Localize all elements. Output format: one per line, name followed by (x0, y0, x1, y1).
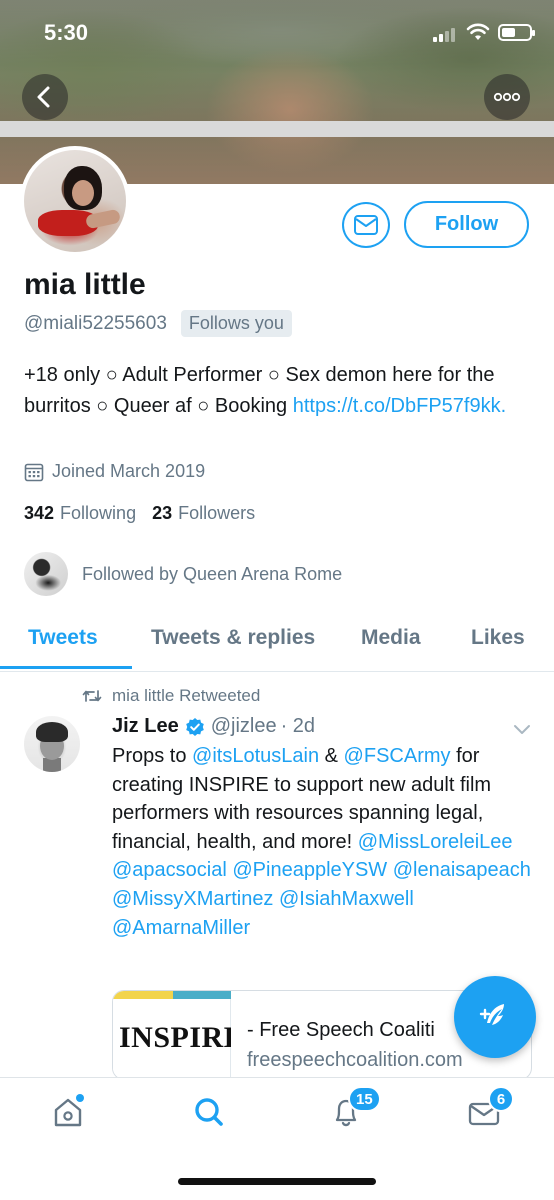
chevron-left-icon (37, 86, 50, 108)
follow-counts: 342 Following 23 Followers (24, 503, 271, 524)
active-tab-indicator (0, 666, 132, 669)
profile-name: mia little (24, 268, 146, 301)
envelope-icon (354, 215, 378, 235)
card-thumbnail: INSPIRE (113, 991, 231, 1079)
nav-messages[interactable]: 6 (466, 1086, 514, 1130)
back-button[interactable] (22, 74, 68, 120)
followers-count: 23 (152, 503, 173, 523)
following-count: 342 (24, 503, 55, 523)
nav-notifications[interactable]: 15 (328, 1086, 381, 1130)
profile-tabs: Tweets Tweets & replies Media Likes (0, 610, 554, 672)
home-icon (54, 1098, 82, 1127)
battery-icon (498, 24, 535, 41)
tweet-text: Props to @itsLotusLain & @FSCArmy for cr… (112, 742, 532, 942)
messages-badge: 6 (488, 1086, 514, 1112)
card-thumbnail-text: INSPIRE (119, 1021, 231, 1054)
compose-tweet-button[interactable] (454, 976, 536, 1058)
bio-link[interactable]: https://t.co/DbFP57f9kk. (293, 395, 506, 417)
tweet-text-part: & (319, 745, 344, 767)
profile-bio: +18 only ○ Adult Performer ○ Sex demon h… (24, 360, 536, 421)
followers-count-link[interactable]: 23 Followers (152, 503, 255, 524)
handle-row: @miali52255603 Follows you (24, 310, 292, 337)
banner-stripe (0, 121, 554, 137)
calendar-icon (24, 463, 44, 481)
profile-avatar[interactable] (20, 146, 130, 256)
card-domain: freespeechcoalition.com (247, 1049, 463, 1071)
notifications-badge: 15 (348, 1086, 381, 1112)
avatar-image (24, 150, 126, 252)
new-content-dot (76, 1094, 84, 1102)
follower-avatar (24, 552, 68, 596)
profile-handle: @miali52255603 (24, 312, 167, 334)
compose-feather-icon (479, 1004, 504, 1025)
more-options-button[interactable] (484, 74, 530, 120)
mention-link[interactable]: @FSCArmy (344, 745, 451, 767)
joined-date: Joined March 2019 (52, 461, 206, 481)
tweet-header: Jiz Lee @jizlee · 2d (112, 715, 315, 738)
home-indicator[interactable] (178, 1178, 376, 1185)
more-horizontal-icon (493, 92, 521, 102)
retweet-icon (82, 690, 102, 702)
tweet-author-name[interactable]: Jiz Lee (112, 715, 179, 738)
verified-badge-icon (185, 717, 204, 736)
nav-home[interactable] (50, 1094, 90, 1130)
mention-link[interactable]: @itsLotusLain (192, 745, 319, 767)
followed-by-row[interactable]: Followed by Queen Arena Rome (24, 552, 342, 596)
followed-by-text: Followed by Queen Arena Rome (82, 563, 343, 584)
nav-search[interactable] (190, 1094, 230, 1130)
status-bar: 5:30 (0, 0, 554, 64)
tweet-author-avatar[interactable] (24, 716, 80, 772)
search-icon (195, 1098, 223, 1126)
tab-tweets-replies[interactable]: Tweets & replies (151, 626, 315, 650)
battery-level (502, 28, 515, 37)
follow-button[interactable]: Follow (404, 201, 529, 248)
tweet-text-part: Props to (112, 745, 193, 767)
chevron-down-icon[interactable] (512, 722, 532, 736)
joined-date-row: Joined March 2019 (24, 461, 205, 482)
card-title: - Free Speech Coaliti (247, 1019, 435, 1041)
retweet-label: mia little Retweeted (112, 686, 261, 705)
tweet-time: · 2d (280, 715, 316, 737)
followers-label: Followers (178, 503, 256, 523)
follows-you-badge: Follows you (180, 310, 292, 337)
following-count-link[interactable]: 342 Following (24, 503, 136, 524)
cellular-signal-icon (433, 28, 457, 42)
message-button[interactable] (342, 202, 390, 248)
status-time: 5:30 (44, 20, 89, 45)
tweet-author-handle: @jizlee (210, 715, 277, 737)
wifi-icon (466, 23, 490, 40)
retweet-indicator: mia little Retweeted (82, 686, 260, 706)
tab-media[interactable]: Media (361, 626, 421, 650)
tab-tweets[interactable]: Tweets (28, 626, 98, 650)
following-label: Following (60, 503, 137, 523)
tab-likes[interactable]: Likes (471, 626, 525, 650)
